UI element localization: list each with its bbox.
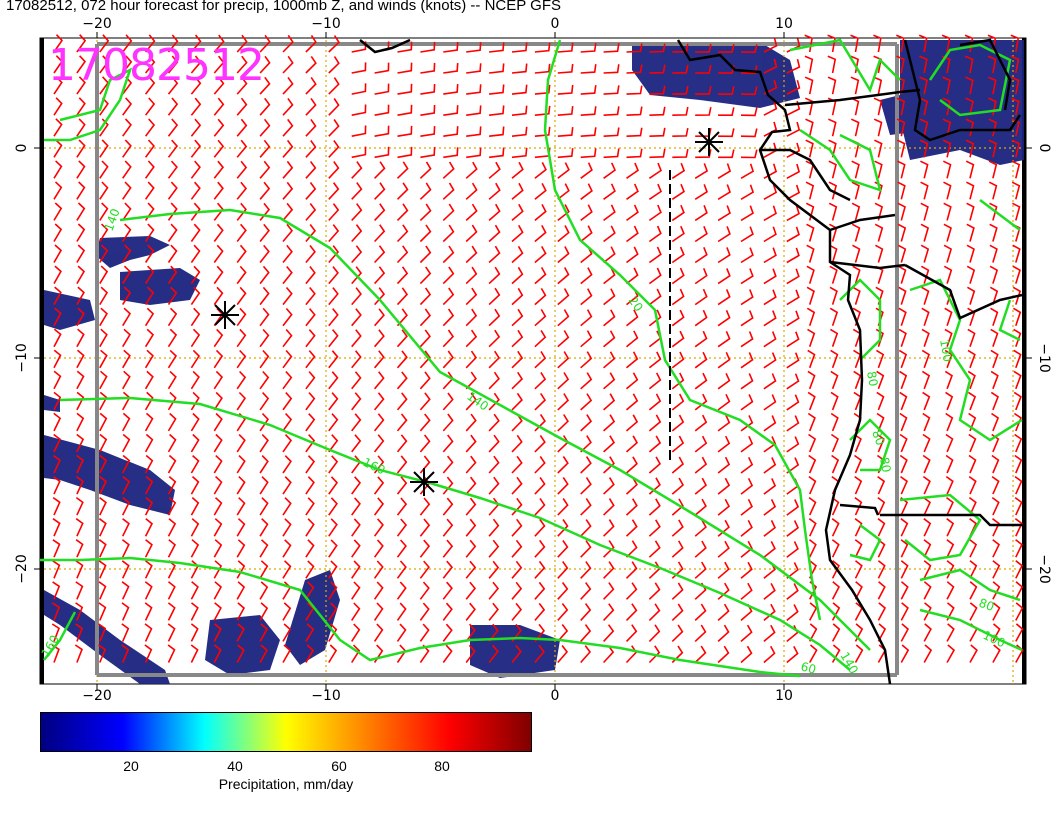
lat-tick-left: −10 (14, 343, 30, 373)
lat-tick-right: 0 (1036, 144, 1052, 153)
contour-label: 80 (864, 370, 880, 387)
lat-tick-right: −20 (1036, 554, 1052, 584)
forecast-map: 140 20 140 160 80 100 80 80 60 100 80 14… (14, 16, 1052, 700)
high-pressure-marker (211, 301, 239, 329)
lat-tick-left: −20 (14, 554, 30, 584)
lon-tick-top: −10 (311, 16, 341, 32)
lon-tick-top: 10 (775, 16, 793, 32)
colorbar-tick: 40 (227, 758, 243, 774)
colorbar-gradient (41, 713, 531, 751)
lat-tick-left: 0 (14, 144, 30, 153)
lon-tick-bottom: 0 (551, 688, 560, 700)
forecast-date-overlay: 17082512 (48, 40, 265, 91)
lon-tick-top: −20 (82, 16, 112, 32)
frame-edge-left (40, 38, 44, 684)
precip-area (120, 268, 200, 305)
colorbar-tick: 80 (434, 758, 450, 774)
lon-tick-bottom: 10 (775, 688, 793, 700)
colorbar-tick: 60 (331, 758, 347, 774)
lat-tick-right: −10 (1036, 343, 1052, 373)
colorbar-tick: 20 (123, 758, 139, 774)
precip-colorbar (40, 712, 532, 752)
colorbar-label: Precipitation, mm/day (218, 776, 354, 792)
contour-label: 80 (877, 456, 893, 473)
lon-tick-top: 0 (551, 16, 560, 32)
lon-tick-bottom: −10 (311, 688, 341, 700)
high-pressure-marker (695, 128, 723, 156)
high-pressure-marker (410, 468, 438, 496)
lon-tick-bottom: −20 (82, 688, 112, 700)
